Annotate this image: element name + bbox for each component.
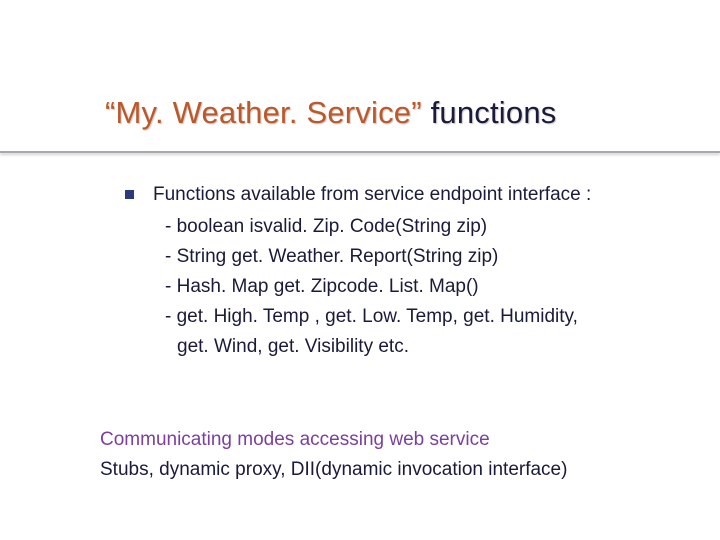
slide-title: “My. Weather. Service” functions: [105, 95, 556, 131]
title-underline: [0, 151, 720, 153]
title-rest: functions: [422, 95, 557, 130]
body-text: Functions available from service endpoin…: [125, 180, 660, 362]
bullet-item: Functions available from service endpoin…: [125, 180, 660, 210]
modes-block: Communicating modes accessing web servic…: [100, 425, 670, 485]
modes-heading: Communicating modes accessing web servic…: [100, 425, 670, 455]
modes-line: Stubs, dynamic proxy, DII(dynamic invoca…: [100, 455, 670, 485]
sub-item-continuation: get. Wind, get. Visibility etc.: [125, 332, 660, 362]
sub-item: - boolean isvalid. Zip. Code(String zip): [125, 212, 660, 242]
title-quoted: “My. Weather. Service”: [105, 95, 422, 130]
sub-item: - Hash. Map get. Zipcode. List. Map(): [125, 272, 660, 302]
square-bullet-icon: [125, 190, 134, 199]
bullet-lead: Functions available from service endpoin…: [153, 184, 591, 205]
sub-item: - get. High. Temp , get. Low. Temp, get.…: [125, 302, 660, 332]
sub-item: - String get. Weather. Report(String zip…: [125, 242, 660, 272]
slide: “My. Weather. Service” functions Functio…: [0, 0, 720, 540]
